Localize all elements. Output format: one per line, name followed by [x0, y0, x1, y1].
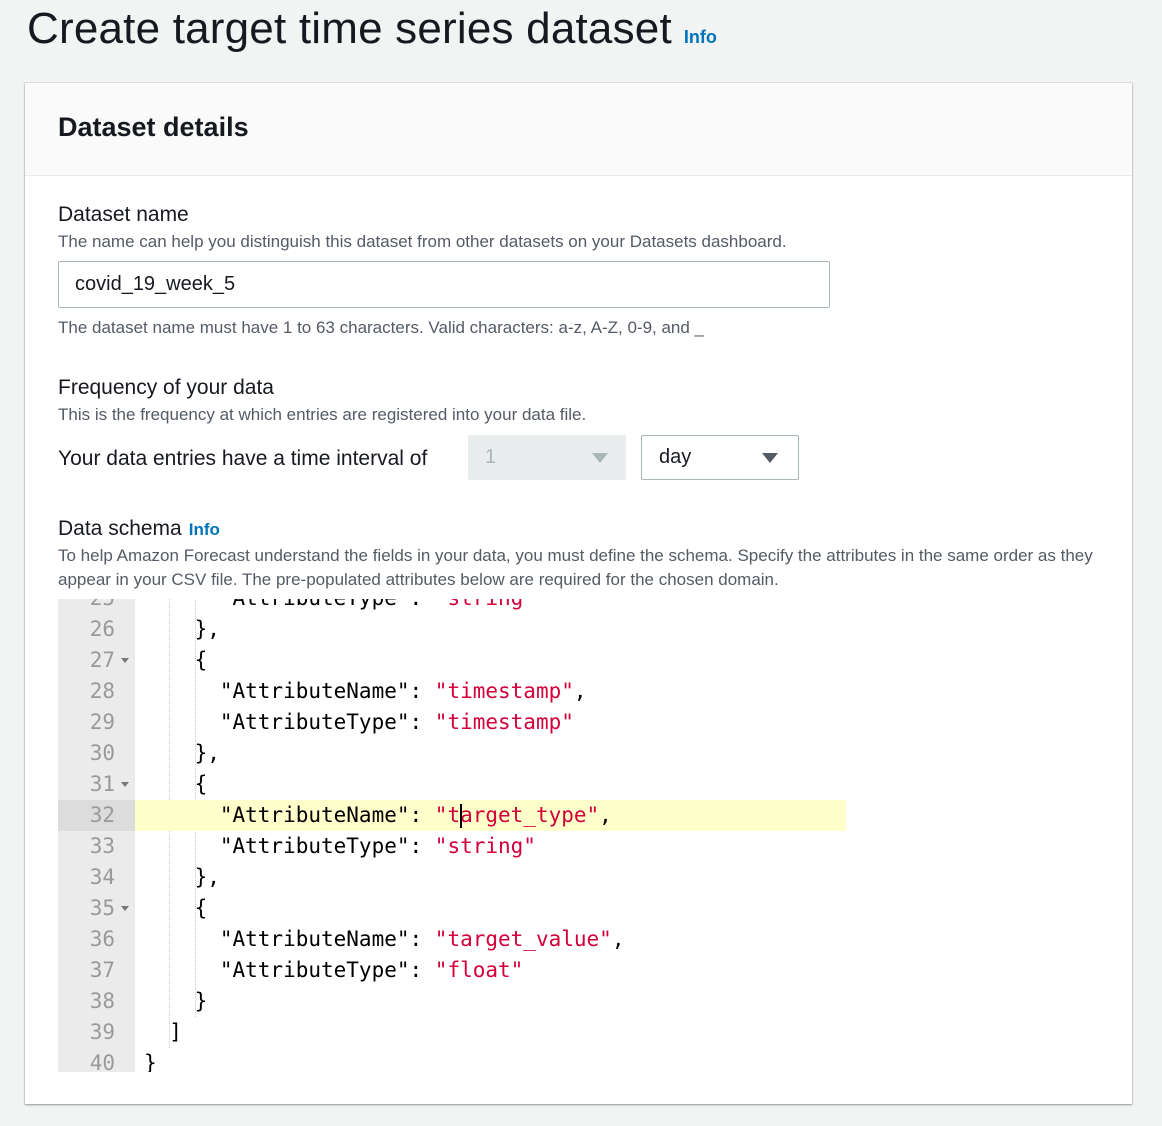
interval-value-select: 1: [468, 435, 626, 480]
schema-code-editor[interactable]: 25 "AttributeType": "string"26 },27 {28 …: [58, 599, 846, 1072]
code-plain: "AttributeType":: [144, 599, 435, 610]
code-line[interactable]: 28 "AttributeName": "timestamp",: [58, 676, 846, 707]
code-line[interactable]: 36 "AttributeName": "target_value",: [58, 924, 846, 955]
code-plain: },: [144, 617, 220, 641]
code-text: }: [144, 1048, 157, 1072]
interval-unit-value: day: [659, 446, 692, 468]
dataset-name-description: The name can help you distinguish this d…: [58, 232, 787, 251]
schema-label: Data schema: [58, 517, 182, 540]
page-title: Create target time series dataset: [27, 4, 672, 53]
code-plain: {: [144, 772, 208, 796]
code-line[interactable]: 31 {: [58, 769, 846, 800]
fold-arrow-icon[interactable]: [121, 906, 129, 911]
text-cursor: [460, 804, 463, 828]
dataset-name-input[interactable]: [58, 261, 830, 308]
panel-header: Dataset details: [25, 83, 1132, 176]
code-text: }: [144, 986, 208, 1017]
dataset-name-label: Dataset name: [58, 203, 189, 226]
line-number: 29: [89, 710, 115, 734]
schema-label-row: Data schema Info: [58, 517, 220, 541]
code-plain: {: [144, 648, 208, 672]
code-string: "timestamp": [434, 679, 574, 703]
code-punct: ,: [599, 803, 612, 827]
code-string: "timestamp": [434, 710, 574, 734]
code-line[interactable]: 25 "AttributeType": "string": [58, 599, 846, 614]
code-text: {: [144, 893, 208, 924]
code-text: "AttributeType": "string": [144, 599, 536, 614]
code-plain: "AttributeName":: [144, 803, 435, 827]
line-number: 33: [89, 834, 115, 858]
code-plain: }: [144, 989, 208, 1013]
code-line[interactable]: 30 },: [58, 738, 846, 769]
code-line[interactable]: 38 }: [58, 986, 846, 1017]
interval-unit-select[interactable]: day: [641, 435, 799, 480]
chevron-down-icon: [762, 452, 778, 463]
code-plain: }: [144, 1051, 157, 1072]
line-number: 36: [89, 927, 115, 951]
code-text: {: [144, 769, 208, 800]
code-line-active[interactable]: 32 "AttributeName": "target_type",: [58, 800, 846, 831]
line-number: 38: [89, 989, 115, 1013]
code-text: "AttributeName": "timestamp",: [144, 676, 587, 707]
interval-value: 1: [485, 446, 497, 468]
code-punct: ,: [573, 679, 587, 703]
code-text: "AttributeName": "target_type",: [144, 800, 612, 831]
code-punct: ,: [611, 927, 625, 951]
fold-arrow-icon[interactable]: [121, 782, 129, 787]
code-plain: ]: [144, 1020, 182, 1044]
page-header: Create target time series dataset Info: [27, 4, 717, 56]
line-number: 26: [89, 617, 115, 641]
code-plain: "AttributeType":: [144, 710, 435, 734]
code-line[interactable]: 33 "AttributeType": "string": [58, 831, 846, 862]
line-number: 28: [89, 679, 115, 703]
code-plain: },: [144, 741, 220, 765]
frequency-description: This is the frequency at which entries a…: [58, 405, 587, 424]
code-plain: "AttributeName":: [144, 679, 435, 703]
title-info-link[interactable]: Info: [684, 27, 717, 48]
code-line[interactable]: 39 ]: [58, 1017, 846, 1048]
code-line[interactable]: 35 {: [58, 893, 846, 924]
interval-label: Your data entries have a time interval o…: [58, 447, 428, 470]
code-text: {: [144, 645, 208, 676]
code-plain: {: [144, 896, 208, 920]
code-text: },: [144, 738, 220, 769]
code-line[interactable]: 26 },: [58, 614, 846, 645]
code-plain: },: [144, 865, 220, 889]
code-string: "target_value": [434, 927, 612, 951]
code-text: ]: [144, 1017, 182, 1048]
frequency-label: Frequency of your data: [58, 376, 274, 399]
line-number: 40: [89, 1051, 115, 1072]
code-line[interactable]: 40}: [58, 1048, 846, 1072]
dataset-name-constraint: The dataset name must have 1 to 63 chara…: [58, 318, 705, 337]
code-plain: "AttributeType":: [144, 958, 435, 982]
schema-info-link[interactable]: Info: [189, 520, 220, 540]
code-text: },: [144, 862, 220, 893]
line-number: 34: [89, 865, 115, 889]
code-text: "AttributeType": "string": [144, 831, 536, 862]
dataset-details-panel: Dataset details Dataset name The name ca…: [25, 83, 1132, 1104]
code-text: "AttributeName": "target_value",: [144, 924, 625, 955]
line-number: 25: [58, 599, 135, 614]
code-string: "float": [434, 958, 524, 982]
code-text: "AttributeType": "timestamp": [144, 707, 574, 738]
code-plain: "AttributeType":: [144, 834, 435, 858]
line-number: 30: [89, 741, 115, 765]
code-string: "string": [434, 834, 536, 858]
code-string: "string": [435, 599, 536, 610]
code-line[interactable]: 29 "AttributeType": "timestamp": [58, 707, 846, 738]
chevron-down-icon: [592, 452, 608, 463]
panel-title: Dataset details: [58, 112, 249, 142]
code-text: },: [144, 614, 220, 645]
fold-arrow-icon[interactable]: [121, 658, 129, 663]
code-text: "AttributeType": "float": [144, 955, 523, 986]
line-number: 32: [58, 800, 135, 831]
code-line[interactable]: 37 "AttributeType": "float": [58, 955, 846, 986]
schema-description: To help Amazon Forecast understand the f…: [58, 546, 1093, 589]
line-number: 39: [89, 1020, 115, 1044]
line-number: 37: [89, 958, 115, 982]
code-line[interactable]: 34 },: [58, 862, 846, 893]
code-line[interactable]: 27 {: [58, 645, 846, 676]
code-plain: "AttributeName":: [144, 927, 435, 951]
